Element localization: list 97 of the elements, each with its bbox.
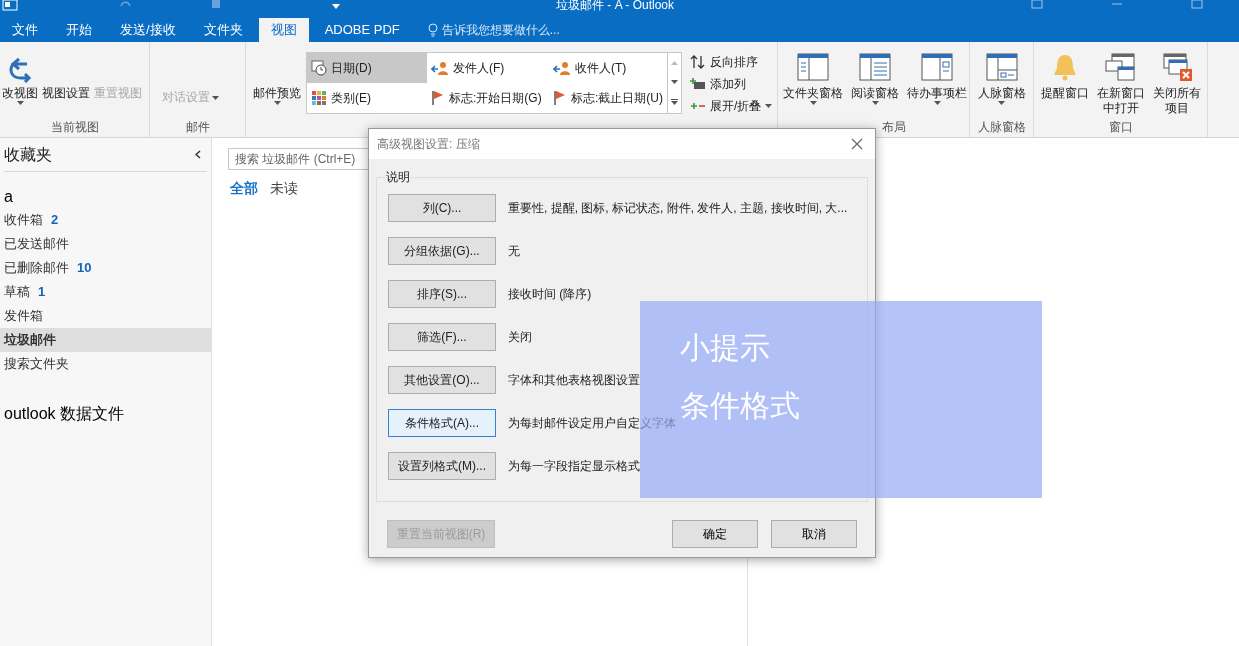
- setting-description: 为每一字段指定显示格式: [508, 458, 640, 475]
- caret-icon: [16, 101, 24, 105]
- arrangement-option[interactable]: 收件人(T): [549, 53, 669, 83]
- arrangement-command[interactable]: 添加列: [690, 75, 773, 93]
- dialog-button[interactable]: 列(C)...: [388, 194, 496, 222]
- flag-icon: [553, 90, 567, 106]
- folder-item[interactable]: 已删除邮件 10: [0, 256, 211, 280]
- arrangement-option[interactable]: 发件人(F): [427, 53, 549, 83]
- ribbon-tab[interactable]: ADOBE PDF: [312, 18, 412, 42]
- arrangement-command[interactable]: 反向排序: [690, 53, 773, 71]
- arrangement-command[interactable]: 展开/折叠: [690, 97, 773, 115]
- data-file-header: outlook 数据文件: [3, 404, 126, 424]
- folder-item[interactable]: 草稿 1: [0, 280, 211, 304]
- tip-text: 小提示: [680, 330, 771, 366]
- groupbox-label: 说明: [385, 168, 411, 186]
- folder-item[interactable]: 收件箱 2: [0, 208, 211, 232]
- ribbon-button[interactable]: 在新窗口中打开: [1092, 42, 1149, 121]
- caret-icon: [212, 95, 219, 100]
- ribbon-group-label: 人脉窗格: [977, 121, 1026, 133]
- tell-me-field[interactable]: 告诉我您想要做什么...: [427, 18, 560, 42]
- ribbon-button[interactable]: 待办事项栏: [906, 42, 968, 121]
- person-icon: [553, 60, 571, 76]
- arrangement-option[interactable]: 日期(D): [307, 53, 427, 83]
- ribbon-button[interactable]: 视图设置: [40, 42, 92, 101]
- ribbon-group-label: 窗口: [1108, 121, 1133, 133]
- folder-item[interactable]: 垃圾邮件: [0, 328, 211, 352]
- close-icon[interactable]: [851, 138, 863, 150]
- unread-count: 10: [77, 259, 92, 278]
- favorites-header: 收藏夹: [4, 144, 52, 165]
- unread-count: 2: [51, 211, 59, 230]
- setting-description: 字体和其他表格视图设置: [508, 372, 640, 389]
- account-name: a: [3, 187, 14, 207]
- filter-tab[interactable]: 未读: [270, 178, 298, 199]
- ribbon-button[interactable]: 改视图: [0, 42, 40, 105]
- ok-button[interactable]: 确定: [672, 520, 758, 548]
- expand-collapse-icon: [690, 100, 706, 112]
- window-title: 垃圾邮件 - A - Outlook: [556, 0, 675, 13]
- ribbon-tab[interactable]: 视图: [258, 18, 309, 42]
- send-receive-icon: [210, 0, 222, 9]
- dialog-button[interactable]: 排序(S)...: [388, 280, 496, 308]
- person-icon: [431, 60, 449, 76]
- caret-icon: [933, 101, 941, 105]
- folder-item[interactable]: 已发送邮件: [0, 232, 211, 256]
- outlook-icon: [2, 0, 18, 11]
- unread-count: 1: [38, 283, 46, 302]
- arrangement-option[interactable]: 标志:开始日期(G): [427, 83, 549, 113]
- categories-icon: [311, 90, 327, 106]
- dialog-button[interactable]: 其他设置(O)...: [388, 366, 496, 394]
- dialog-button[interactable]: 筛选(F)...: [388, 323, 496, 351]
- folder-item[interactable]: 发件箱: [0, 304, 211, 328]
- setting-description: 接收时间 (降序): [508, 286, 592, 303]
- add-column-icon: [690, 77, 706, 91]
- dropdown-icon: [332, 4, 340, 9]
- cancel-button[interactable]: 取消: [771, 520, 857, 548]
- caret-icon: [273, 101, 281, 105]
- collapse-icon[interactable]: [195, 150, 201, 159]
- calendar-clock-icon: [311, 60, 327, 76]
- dialog-button[interactable]: 分组依据(G)...: [388, 237, 496, 265]
- windows-icon: [1103, 52, 1138, 82]
- undo-icon: [118, 0, 132, 8]
- arrangement-option[interactable]: 标志:截止日期(U): [549, 83, 669, 113]
- tip-text: 条件格式: [680, 388, 801, 424]
- ribbon-button[interactable]: 提醒窗口: [1036, 42, 1093, 121]
- pane-layout-icon: [920, 52, 954, 82]
- ribbon-group-label: 布局: [881, 121, 906, 133]
- ribbon-button[interactable]: 关闭所有项目: [1148, 42, 1205, 121]
- ribbon-tab[interactable]: 发送/接收: [108, 18, 188, 42]
- pane-layout-icon: [984, 52, 1019, 82]
- message-preview-button[interactable]: 邮件预览: [252, 52, 302, 137]
- setting-description: 无: [508, 243, 520, 260]
- dialog-button[interactable]: 设置列格式(M)...: [388, 452, 496, 480]
- dialog-button[interactable]: 条件格式(A)...: [388, 409, 496, 437]
- pane-layout-icon: [858, 52, 892, 82]
- ribbon-group-label: 当前视图: [50, 121, 99, 133]
- ribbon-button[interactable]: 阅读窗格: [844, 42, 906, 121]
- ribbon-group-label: 邮件: [185, 121, 210, 133]
- more-icon[interactable]: [671, 99, 678, 106]
- caret-icon: [998, 101, 1005, 105]
- flag-icon: [431, 90, 445, 106]
- sort-icon: [690, 54, 706, 70]
- ribbon-tab[interactable]: 文件夹: [191, 18, 255, 42]
- ribbon-button[interactable]: 人脉窗格: [977, 42, 1026, 121]
- caret-icon: [765, 104, 773, 108]
- ribbon-button[interactable]: 文件夹窗格: [782, 42, 844, 121]
- folder-item[interactable]: 搜索文件夹: [0, 352, 211, 376]
- scroll-down-icon[interactable]: [671, 80, 678, 84]
- ribbon-tab[interactable]: 文件: [0, 18, 50, 42]
- caret-icon: [871, 101, 879, 105]
- ribbon-tab[interactable]: 开始: [54, 18, 104, 42]
- caret-icon: [809, 101, 817, 105]
- change-view-icon: [7, 56, 33, 86]
- pane-layout-icon: [796, 52, 830, 82]
- setting-description: 重要性, 提醒, 图标, 标记状态, 附件, 发件人, 主题, 接收时间, 大...: [508, 200, 848, 217]
- setting-description: 关闭: [508, 329, 532, 346]
- arrangement-option[interactable]: 类别(E): [307, 83, 427, 113]
- filter-tab[interactable]: 全部: [230, 178, 258, 199]
- lightbulb-icon: [427, 23, 438, 37]
